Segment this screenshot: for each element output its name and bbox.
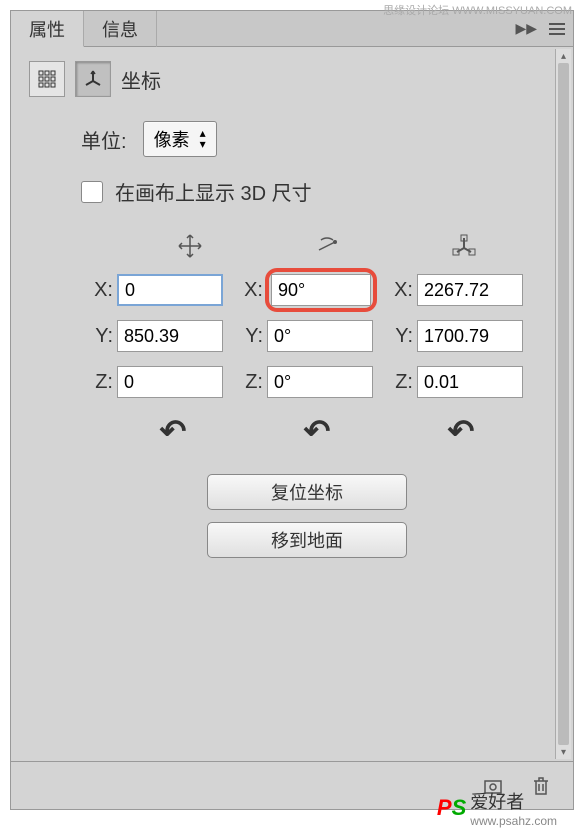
reset-coords-button[interactable]: 复位坐标: [207, 474, 407, 510]
rot-z-label: Z:: [231, 371, 267, 394]
coordinates-icon[interactable]: [75, 61, 111, 97]
scale-x-label: X:: [381, 279, 417, 302]
scale-icon: [396, 232, 533, 260]
scale-z-label: Z:: [381, 371, 417, 394]
checkbox-label: 在画布上显示 3D 尺寸: [115, 177, 312, 206]
panel-menu-icon[interactable]: [549, 23, 565, 35]
pos-z-label: Z:: [81, 371, 117, 394]
rot-y-input[interactable]: [267, 320, 373, 352]
pos-x-label: X:: [81, 279, 117, 302]
coord-row-y: Y: Y: Y:: [81, 320, 533, 352]
move-icon: [121, 232, 258, 260]
unit-select[interactable]: 像素 ▴▾: [143, 121, 217, 157]
pos-y-label: Y:: [81, 325, 117, 348]
reset-scale-icon[interactable]: ↶: [448, 412, 475, 450]
watermark-url: www.psahz.com: [470, 814, 557, 828]
scrollbar-down-arrow[interactable]: ▾: [556, 745, 571, 759]
collapse-icon[interactable]: ▶▶: [515, 20, 537, 37]
scrollbar-thumb[interactable]: [558, 63, 569, 745]
button-row-2: 移到地面: [81, 522, 533, 558]
properties-panel: 属性 信息 ▶▶: [10, 10, 574, 810]
coord-row-x: X: X: X:: [81, 274, 533, 306]
reset-row: ↶ ↶ ↶: [81, 412, 533, 450]
rot-z-input[interactable]: [267, 366, 373, 398]
tabs-icons: ▶▶: [515, 20, 573, 37]
rot-x-input[interactable]: [271, 274, 371, 306]
watermark-text: 爱好者: [470, 788, 557, 814]
reset-rotation-icon[interactable]: ↶: [304, 412, 331, 450]
checkbox-row: 在画布上显示 3D 尺寸: [81, 177, 533, 206]
unit-label: 单位:: [81, 125, 127, 154]
highlight-box: [265, 268, 377, 312]
coord-row-z: Z: Z: Z:: [81, 366, 533, 398]
grid-icon[interactable]: [29, 61, 65, 97]
select-arrow-icon: ▴▾: [200, 128, 206, 150]
ps-logo: PS: [437, 795, 466, 821]
scrollbar-up-arrow[interactable]: ▴: [556, 49, 571, 63]
scale-z-input[interactable]: [417, 366, 523, 398]
content-area: 单位: 像素 ▴▾ 在画布上显示 3D 尺寸: [11, 111, 573, 761]
button-row-1: 复位坐标: [81, 474, 533, 510]
scale-x-input[interactable]: [417, 274, 523, 306]
rotate-icon: [258, 232, 395, 260]
unit-value: 像素: [154, 126, 190, 152]
scale-y-input[interactable]: [417, 320, 523, 352]
rot-y-label: Y:: [231, 325, 267, 348]
pos-x-input[interactable]: [117, 274, 223, 306]
show-3d-checkbox[interactable]: [81, 181, 103, 203]
tab-properties[interactable]: 属性: [11, 11, 84, 47]
reset-position-icon[interactable]: ↶: [160, 412, 187, 450]
scale-y-label: Y:: [381, 325, 417, 348]
move-to-ground-button[interactable]: 移到地面: [207, 522, 407, 558]
coord-header: [81, 232, 533, 260]
section-title: 坐标: [121, 65, 161, 94]
unit-row: 单位: 像素 ▴▾: [81, 121, 533, 157]
tab-info[interactable]: 信息: [84, 11, 157, 47]
pos-z-input[interactable]: [117, 366, 223, 398]
icon-row: 坐标: [11, 47, 573, 111]
scrollbar[interactable]: ▴ ▾: [555, 49, 571, 759]
rot-x-label: X:: [231, 279, 267, 302]
watermark-bottom: PS 爱好者 www.psahz.com: [437, 788, 557, 828]
pos-y-input[interactable]: [117, 320, 223, 352]
watermark-top: 思缘设计论坛 WWW.MISSYUAN.COM: [383, 2, 572, 18]
